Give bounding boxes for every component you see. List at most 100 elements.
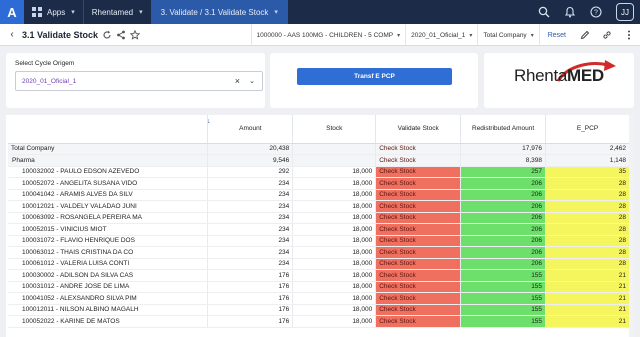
row-stock: 18,000 (292, 304, 377, 316)
row-redistributed-amount: 206 (460, 258, 547, 270)
column-header-e-pcp[interactable]: E_PCP (545, 115, 630, 144)
chevron-down-icon: ▾ (274, 9, 278, 16)
row-stock: 18,000 (292, 177, 377, 190)
sort-arrow-icon[interactable]: ↓ (207, 118, 211, 125)
column-header-name[interactable]: ↓ (8, 115, 211, 144)
svg-text:?: ? (594, 10, 598, 17)
more-options-icon[interactable] (618, 24, 640, 46)
row-name: 100041052 - ALEXSANDRO SILVA PIM (8, 292, 209, 305)
row-e-pcp: 2,462 (545, 143, 630, 155)
table-row[interactable]: 100052015 - VINICIUS MIOT 234 18,000 Check … (8, 223, 630, 236)
breadcrumb-validate-stock[interactable]: 3. Validate / 3.1 Validate Stock ▾ (150, 0, 288, 24)
help-icon[interactable]: ? (590, 6, 602, 18)
notification-bell-icon[interactable] (564, 6, 576, 18)
row-stock: 18,000 (292, 292, 377, 305)
cycle-select[interactable]: 2020_01_Oficial_1 × ⌄ (15, 71, 263, 91)
table-row[interactable]: 100012021 - VALDELY VALADAO JUNI 234 18,00… (8, 200, 630, 213)
row-stock: 18,000 (292, 212, 377, 224)
search-icon[interactable] (538, 6, 550, 18)
row-validate-stock: Check Stock (375, 189, 462, 201)
row-validate-stock: Check Stock (375, 304, 462, 316)
table-row[interactable]: 100063092 - ROSANGELA PEREIRA MA 234 18,00… (8, 212, 630, 224)
row-redistributed-amount: 206 (460, 200, 547, 213)
table-row[interactable]: 100052072 - ANGELITA SUSANA VIDO 234 18,00… (8, 177, 630, 190)
table-row[interactable]: 100031072 - FLAVIO HENRIQUE DOS 234 18,000… (8, 235, 630, 247)
stock-table-card: ↓ Amount Stock Validate Stock Redistribu… (6, 115, 634, 337)
breadcrumb-label: Rhentamed (91, 7, 134, 17)
table-row[interactable]: 100063012 - THAIS CRISTINA DA CO 234 18,00… (8, 246, 630, 259)
row-amount: 234 (207, 246, 294, 259)
row-redistributed-amount: 155 (460, 269, 547, 282)
entity-filter[interactable]: Total Company ▾ (477, 24, 538, 46)
table-row[interactable]: 100031012 - ANDRE JOSE DE LIMA 176 18,000 C… (8, 281, 630, 293)
app-logo[interactable]: A (0, 0, 24, 24)
table-row[interactable]: 100052022 - KARINE DE MATOS 176 18,000 Chec… (8, 315, 630, 328)
row-e-pcp: 21 (545, 315, 630, 328)
row-validate-stock: Check Stock (375, 177, 462, 190)
transf-e-pcp-button[interactable]: Transf E PCP (297, 68, 452, 85)
link-icon[interactable] (596, 24, 618, 46)
table-row[interactable]: 100032002 - PAULO EDSON AZEVEDO 292 18,000… (8, 166, 630, 178)
table-row[interactable]: Total Company 20,438 Check Stock 17,976 2,46… (8, 143, 630, 155)
row-e-pcp: 28 (545, 223, 630, 236)
page-header: ‹ 3.1 Validate Stock 1000000 - AAS 100MG… (0, 24, 640, 46)
back-icon[interactable]: ‹ (4, 29, 20, 40)
row-name: 100052022 - KARINE DE MATOS (8, 315, 209, 328)
breadcrumb-rhentamed[interactable]: Rhentamed ▾ (82, 0, 151, 24)
row-name: Total Company (8, 143, 209, 155)
row-redistributed-amount: 155 (460, 315, 547, 328)
row-name: 100031012 - ANDRE JOSE DE LIMA (8, 281, 209, 293)
row-redistributed-amount: 206 (460, 223, 547, 236)
column-header-amount[interactable]: Amount (207, 115, 294, 144)
row-amount: 176 (207, 292, 294, 305)
row-e-pcp: 28 (545, 189, 630, 201)
row-validate-stock: Check Stock (375, 223, 462, 236)
row-name: 100030002 - ADILSON DA SILVA CAS (8, 269, 209, 282)
column-header-validate-stock[interactable]: Validate Stock (375, 115, 462, 144)
row-name: 100032002 - PAULO EDSON AZEVEDO (8, 166, 209, 178)
edit-icon[interactable] (574, 24, 596, 46)
refresh-icon[interactable] (102, 30, 112, 40)
row-name: 100052072 - ANGELITA SUSANA VIDO (8, 177, 209, 190)
row-name: 100012011 - NILSON ALBINO MAGALH (8, 304, 209, 316)
reset-button[interactable]: Reset (538, 24, 574, 46)
share-icon[interactable] (116, 30, 126, 40)
row-name: 100063012 - THAIS CRISTINA DA CO (8, 246, 209, 259)
user-avatar[interactable]: JJ (616, 3, 634, 21)
clear-icon[interactable]: × (235, 76, 240, 86)
row-stock: 18,000 (292, 189, 377, 201)
row-amount: 20,438 (207, 143, 294, 155)
row-amount: 234 (207, 235, 294, 247)
product-filter[interactable]: 1000000 - AAS 100MG - CHILDREN - 5 COMP … (250, 24, 406, 46)
row-validate-stock: Check Stock (375, 292, 462, 305)
row-amount: 9,546 (207, 154, 294, 167)
apps-menu[interactable]: Apps ▾ (24, 0, 83, 24)
row-name: 100052015 - VINICIUS MIOT (8, 223, 209, 236)
chevron-down-icon: ▾ (469, 32, 473, 39)
table-row[interactable]: 100061012 - VALERIA LUISA CONTI 234 18,000… (8, 258, 630, 270)
row-name: 100061012 - VALERIA LUISA CONTI (8, 258, 209, 270)
chevron-down-icon: ▾ (139, 9, 143, 16)
entity-filter-value: Total Company (483, 31, 527, 39)
cycle-select-label: Select Cycle Origem (15, 60, 75, 67)
row-stock: 18,000 (292, 315, 377, 328)
table-row[interactable]: 100041052 - ALEXSANDRO SILVA PIM 176 18,00… (8, 292, 630, 305)
row-redistributed-amount: 155 (460, 281, 547, 293)
row-amount: 234 (207, 200, 294, 213)
cycle-filter[interactable]: 2020_01_Oficial_1 ▾ (405, 24, 477, 46)
column-header-stock[interactable]: Stock (292, 115, 377, 144)
star-icon[interactable] (130, 29, 141, 40)
chevron-down-icon[interactable]: ⌄ (249, 77, 255, 85)
column-header-redistributed-amount[interactable]: Redistributed Amount (460, 115, 547, 144)
table-row[interactable]: Pharma 9,546 Check Stock 8,398 1,148 (8, 154, 630, 167)
row-stock: 18,000 (292, 269, 377, 282)
row-e-pcp: 28 (545, 235, 630, 247)
table-row[interactable]: 100030002 - ADILSON DA SILVA CAS 176 18,00… (8, 269, 630, 282)
row-validate-stock: Check Stock (375, 315, 462, 328)
vertical-scrollbar[interactable] (629, 115, 634, 337)
row-amount: 292 (207, 166, 294, 178)
row-validate-stock: Check Stock (375, 143, 462, 155)
table-row[interactable]: 100012011 - NILSON ALBINO MAGALH 176 18,00… (8, 304, 630, 316)
table-row[interactable]: 100041042 - ARAMIS ALVES DA SILV 234 18,00… (8, 189, 630, 201)
top-navigation-bar: A Apps ▾ Rhentamed ▾ 3. Validate / 3.1 V… (0, 0, 640, 24)
